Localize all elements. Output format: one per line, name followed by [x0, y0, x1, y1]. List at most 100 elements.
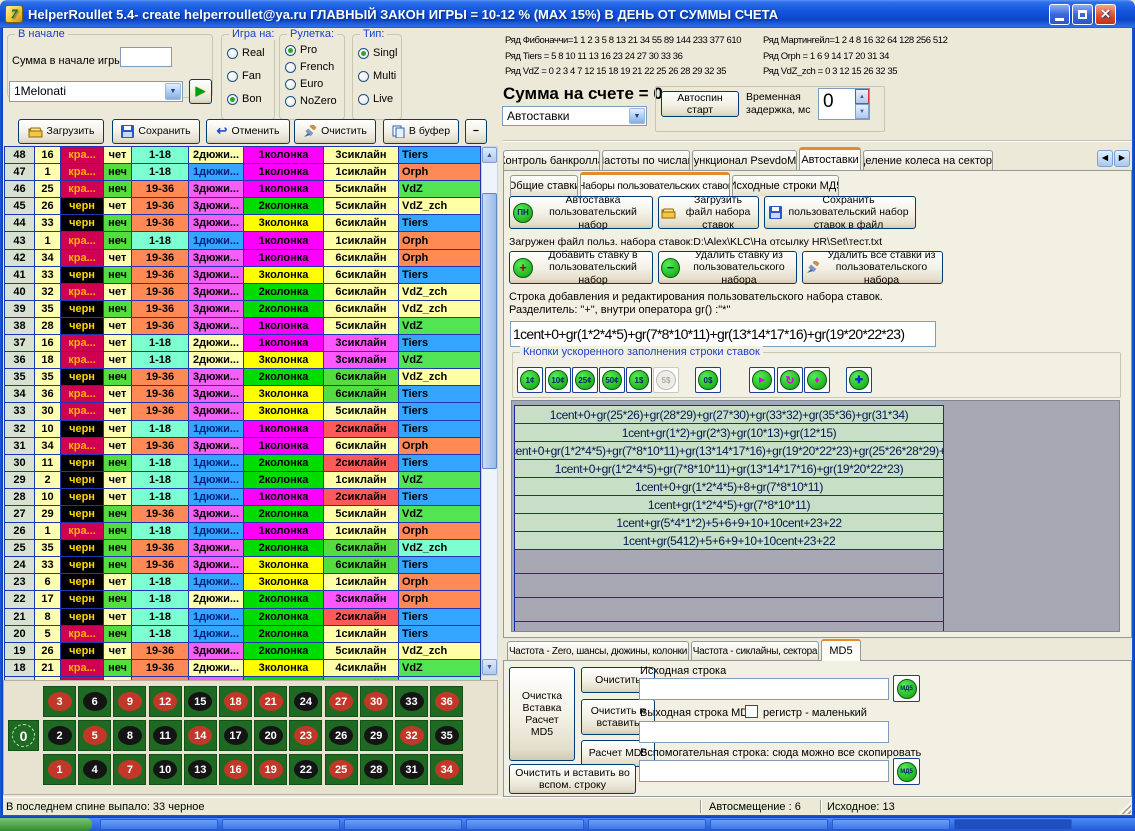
radio-french[interactable]: French [285, 61, 334, 73]
quick-special-button[interactable]: ♦ [804, 367, 830, 393]
tab-autostakes[interactable]: Автоставки [799, 147, 861, 170]
table-row[interactable]: 3210чернчет1-181дюжи...1колонка2сиклайнT… [5, 421, 481, 438]
table-row[interactable]: 3828чернчет19-363дюжи...1колонка5сиклайн… [5, 318, 481, 335]
board-cell-13[interactable]: 13 [184, 754, 217, 785]
history-scrollbar[interactable]: ▲ ▼ [481, 146, 498, 676]
bet-string-row[interactable]: 1cent+gr(5*4*1*2)+5+6+9+10+10cent+23+22 [515, 514, 943, 532]
chevron-down-icon[interactable]: ▼ [629, 108, 645, 124]
autospin-start-button[interactable]: Автоспин старт [661, 91, 739, 117]
radio-live[interactable]: Live [358, 93, 393, 105]
radio-real[interactable]: Real [227, 47, 265, 59]
bet-string-row[interactable]: 1cent+gr(1*2*4*5)+gr(7*8*10*11) [515, 496, 943, 514]
taskbar-item-active[interactable] [954, 819, 1072, 830]
tab-custom-stake-sets[interactable]: Наборы пользовательских ставок [580, 172, 730, 196]
radio-singl[interactable]: Singl [358, 47, 397, 59]
remove-stake-button[interactable]: − Удалить ставку из пользовательского на… [658, 251, 797, 284]
maximize-button[interactable] [1072, 4, 1093, 25]
bet-string-row[interactable]: 1cent+gr(1*2)+gr(2*3)+gr(10*13)+gr(12*15… [515, 424, 943, 442]
table-row[interactable]: 4234кра...чет19-363дюжи...1колонка6сикла… [5, 250, 481, 267]
coin-button-1d[interactable]: 1$ [626, 367, 652, 393]
table-row[interactable]: 2729черннеч19-363дюжи...2колонка5сиклайн… [5, 506, 481, 523]
board-cell-36[interactable]: 36 [430, 686, 463, 717]
tab-freq-sixlines-sectors[interactable]: Частота - сиклайны, сектора [691, 641, 819, 661]
md5-calc-aux-button[interactable]: МД5 [893, 758, 920, 785]
table-row[interactable]: 3716кра...чет1-182дюжи...1колонка3сиклай… [5, 335, 481, 352]
table-row[interactable]: 292чернчет1-181дюжи...2колонка1сиклайнVd… [5, 472, 481, 489]
table-row[interactable]: 261кра...неч1-181дюжи...1колонка1сиклайн… [5, 523, 481, 540]
tab-scroll-left-icon[interactable]: ◄ [1097, 150, 1113, 167]
board-cell-35[interactable]: 35 [430, 720, 463, 751]
board-cell-27[interactable]: 27 [325, 686, 358, 717]
radio-fan[interactable]: Fan [227, 70, 261, 82]
bet-string-row[interactable]: 1cent+0+gr(1*2*4*5)+gr(7*8*10*11)+gr(13*… [515, 460, 943, 478]
taskbar-item[interactable] [588, 819, 706, 830]
board-cell-12[interactable]: 12 [149, 686, 182, 717]
bet-string-row[interactable]: 1cent+0+gr(1*2*4*5)+gr(7*8*10*11)+gr(13*… [515, 442, 943, 460]
tab-md5-source-strings[interactable]: Исходные строки МД5 [732, 175, 839, 196]
table-row[interactable]: 2433черннеч19-363дюжи...3колонка6сиклайн… [5, 557, 481, 574]
taskbar-item[interactable] [466, 819, 584, 830]
table-row[interactable]: 3330кра...чет19-363дюжи...3колонка5сикла… [5, 403, 481, 420]
load-stakes-file-button[interactable]: Загрузить файл набора ставок [658, 196, 759, 229]
board-cell-32[interactable]: 32 [395, 720, 428, 751]
table-row[interactable]: 3436кра...чет19-363дюжи...3колонка6сикла… [5, 386, 481, 403]
board-cell-0[interactable]: 0 [8, 720, 39, 751]
board-cell-20[interactable]: 20 [254, 720, 287, 751]
resize-grip[interactable] [1119, 802, 1131, 814]
board-cell-26[interactable]: 26 [325, 720, 358, 751]
bet-string-row[interactable]: 1cent+0+gr(25*26)+gr(28*29)+gr(27*30)+gr… [515, 406, 943, 424]
radio-bon[interactable]: Bon [227, 93, 262, 105]
board-cell-8[interactable]: 8 [113, 720, 146, 751]
taskbar-item[interactable] [832, 819, 950, 830]
undo-button[interactable]: ↩ Отменить [206, 119, 290, 144]
table-row[interactable]: 3011черннеч1-181дюжи...2колонка2сиклайнT… [5, 455, 481, 472]
board-cell-3[interactable]: 3 [43, 686, 76, 717]
play-profile-button[interactable]: ▶ [189, 79, 212, 104]
board-cell-17[interactable]: 17 [219, 720, 252, 751]
board-cell-34[interactable]: 34 [430, 754, 463, 785]
board-cell-21[interactable]: 21 [254, 686, 287, 717]
bet-string-row[interactable]: 1cent+0+gr(1*2*4*5)+8+gr(7*8*10*11) [515, 478, 943, 496]
coin-button-10c[interactable]: 10¢ [545, 367, 571, 393]
md5-clear-paste-aux-button[interactable]: Очистить и вставить во вспом. строку [509, 764, 636, 794]
board-cell-24[interactable]: 24 [289, 686, 322, 717]
coin-button-50c[interactable]: 50¢ [599, 367, 625, 393]
clear-button[interactable]: Очистить [294, 119, 376, 144]
save-button[interactable]: Сохранить [112, 119, 200, 144]
board-cell-7[interactable]: 7 [113, 754, 146, 785]
tab-number-frequencies[interactable]: Частоты по числам [602, 150, 690, 170]
scrollbar-thumb[interactable] [482, 193, 497, 469]
table-row[interactable]: 2217черннеч1-182дюжи...2колонка3сиклайнO… [5, 591, 481, 608]
board-cell-9[interactable]: 9 [113, 686, 146, 717]
board-cell-28[interactable]: 28 [360, 754, 393, 785]
table-row[interactable]: 1821кра...неч19-362дюжи...3колонка4сикла… [5, 660, 481, 677]
quick-play-button[interactable]: ► [749, 367, 775, 393]
add-stake-button[interactable]: + Добавить ставку в пользовательский наб… [509, 251, 653, 284]
board-cell-31[interactable]: 31 [395, 754, 428, 785]
board-cell-6[interactable]: 6 [78, 686, 111, 717]
board-cell-30[interactable]: 30 [360, 686, 393, 717]
radio-multi[interactable]: Multi [358, 70, 396, 82]
collapse-button[interactable]: − [465, 119, 487, 144]
tab-bankroll-control[interactable]: Контроль банкролла [503, 150, 600, 170]
register-checkbox[interactable] [745, 705, 758, 718]
table-row[interactable]: 3935черннеч19-363дюжи...2колонка6сиклайн… [5, 301, 481, 318]
minimize-button[interactable] [1049, 4, 1070, 25]
table-row[interactable]: 205кра...неч1-181дюжи...2колонка1сиклайн… [5, 626, 481, 643]
save-stakes-file-button[interactable]: Сохранить пользовательский набор ставок … [764, 196, 916, 229]
quick-wheel-button[interactable]: ✚ [846, 367, 872, 393]
radio-nozero[interactable]: NoZero [285, 95, 337, 107]
spin-up-icon[interactable]: ▲ [855, 89, 869, 104]
board-cell-1[interactable]: 1 [43, 754, 76, 785]
coin-button-25c[interactable]: 25¢ [572, 367, 598, 393]
table-row[interactable]: 4526чернчет19-363дюжи...2колонка5сиклайн… [5, 198, 481, 215]
table-row[interactable]: 4133черннеч19-363дюжи...3колонка6сиклайн… [5, 267, 481, 284]
board-cell-29[interactable]: 29 [360, 720, 393, 751]
tab-md5[interactable]: MD5 [821, 639, 861, 661]
board-cell-25[interactable]: 25 [325, 754, 358, 785]
autostake-set-button[interactable]: ПН Автоставка пользовательский набор [509, 196, 653, 229]
coin-button-0d[interactable]: 0$ [695, 367, 721, 393]
board-cell-18[interactable]: 18 [219, 686, 252, 717]
quick-repeat-button[interactable]: ↻ [777, 367, 803, 393]
scroll-down-icon[interactable]: ▼ [482, 659, 497, 675]
